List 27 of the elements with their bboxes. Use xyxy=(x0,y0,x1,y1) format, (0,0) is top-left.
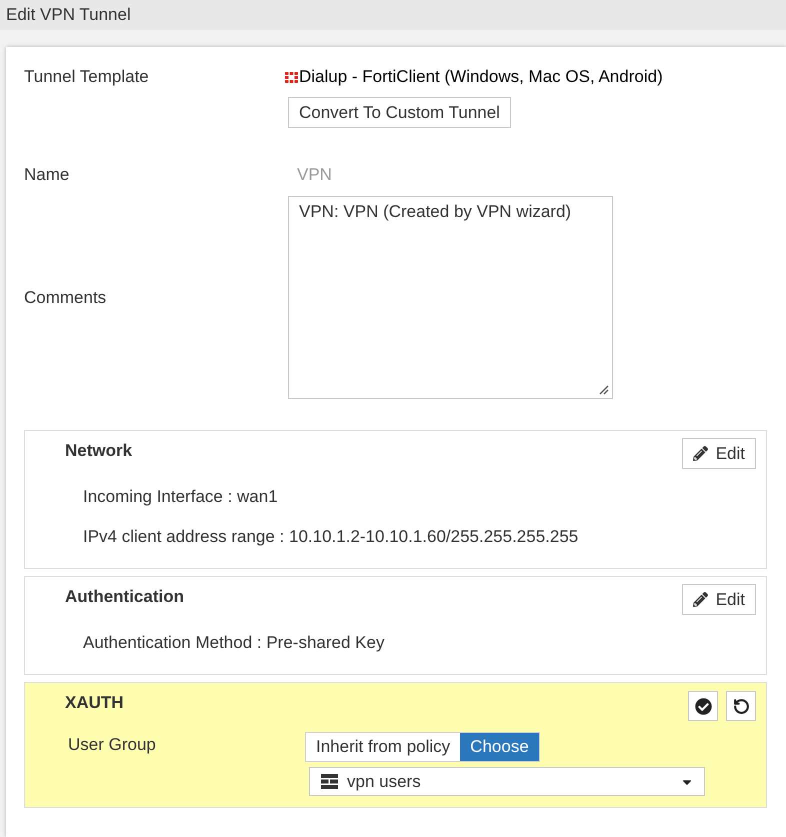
grid-logo-icon xyxy=(285,72,298,82)
edit-button[interactable]: Edit xyxy=(682,438,756,469)
revert-button[interactable] xyxy=(726,691,756,721)
bricks-icon xyxy=(321,774,338,789)
field-label: Name xyxy=(24,164,70,186)
section-title: Authentication xyxy=(65,586,184,608)
template-name: Dialup - FortiClient (Windows, Mac OS, Android) xyxy=(299,66,663,88)
section-detail: Incoming Interface : wan1 xyxy=(83,486,279,508)
pencil-icon xyxy=(692,592,708,607)
section-detail: IPv4 client address range : 10.10.1.2-10.10.1.60/255.255.255.255 xyxy=(83,526,580,548)
name-value: VPN xyxy=(297,164,332,186)
pencil-icon xyxy=(692,446,708,461)
field-label: Comments xyxy=(24,286,108,308)
resize-grip-icon[interactable] xyxy=(599,385,609,395)
comments-field[interactable]: VPN: VPN (Created by VPN wizard) xyxy=(288,196,613,399)
section-detail: Authentication Method : Pre-shared Key xyxy=(83,632,386,654)
toggle-option[interactable]: Choose xyxy=(460,733,539,761)
convert-button[interactable]: Convert To Custom Tunnel xyxy=(288,97,511,128)
field-label: Tunnel Template xyxy=(24,66,150,88)
section-title: Network xyxy=(65,440,132,462)
user-group-select[interactable]: vpn users xyxy=(309,767,705,796)
apply-button[interactable] xyxy=(688,691,718,721)
section-title: XAUTH xyxy=(65,692,124,714)
window-title: Edit VPN Tunnel xyxy=(6,4,131,26)
edit-button[interactable]: Edit xyxy=(682,584,756,615)
undo-icon xyxy=(732,698,750,714)
field-label: User Group xyxy=(67,734,157,756)
